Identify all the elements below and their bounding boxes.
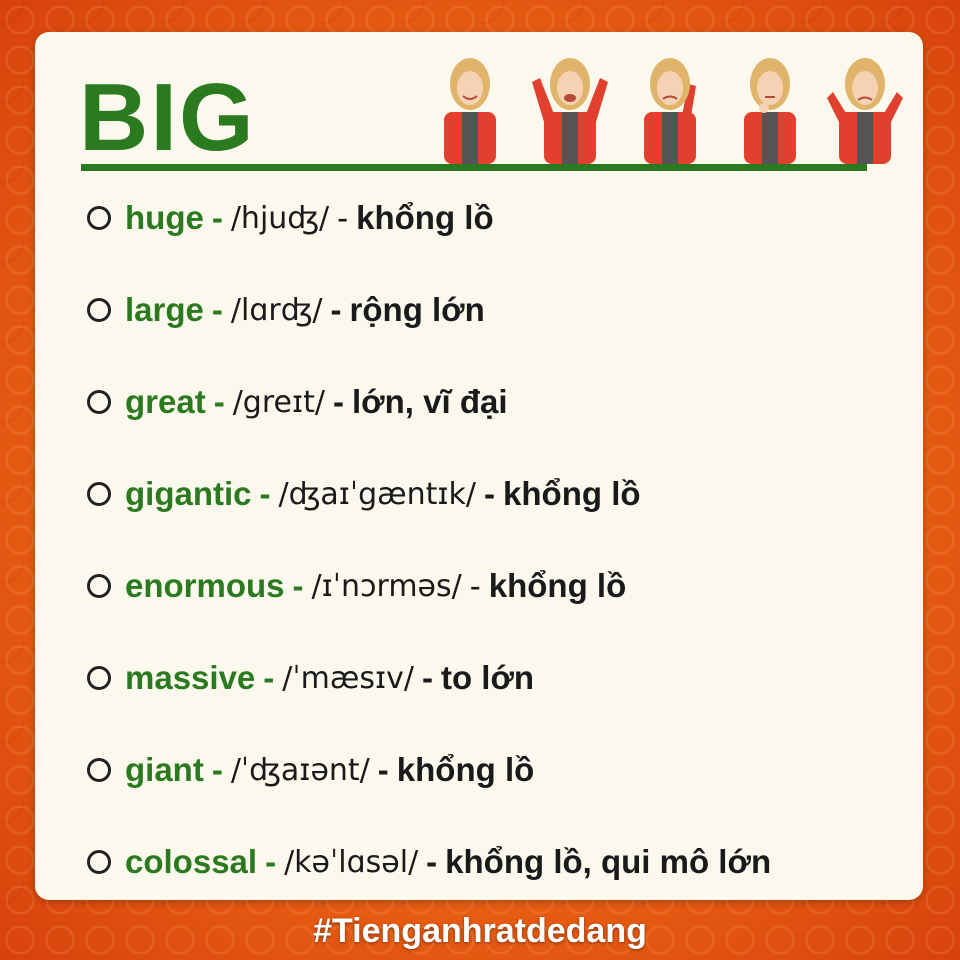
list-item: large - /lɑrʤ/ - rộng lớn bbox=[87, 288, 485, 332]
pronunciation: /ˈʤaɪənt/ bbox=[230, 752, 370, 788]
woman-angry-illustration bbox=[827, 58, 903, 164]
meaning: khổng lồ bbox=[503, 475, 641, 512]
list-item: giant - /ˈʤaɪənt/ - khổng lồ bbox=[87, 748, 534, 792]
pronunciation: /lɑrʤ/ bbox=[230, 292, 323, 328]
pronunciation: /kəˈlɑsəl/ bbox=[284, 844, 419, 880]
list-item: enormous - /ɪˈnɔrməs/ - khổng lồ bbox=[87, 564, 626, 608]
meaning: to lớn bbox=[440, 659, 535, 696]
title-underline bbox=[81, 164, 867, 171]
bullet-circle-icon bbox=[87, 758, 111, 782]
meaning: lớn, vĩ đại bbox=[352, 383, 508, 420]
meaning: khổng lồ, qui mô lớn bbox=[445, 843, 772, 880]
vocab-word: great bbox=[125, 383, 206, 420]
pronunciation: /hjuʤ/ bbox=[230, 200, 330, 236]
meaning: khổng lồ bbox=[396, 751, 535, 788]
pronunciation: /greɪt/ bbox=[232, 384, 326, 420]
bullet-circle-icon bbox=[87, 298, 111, 322]
vocab-word: massive bbox=[125, 659, 256, 696]
meaning: rộng lớn bbox=[349, 291, 485, 328]
vocab-word: gigantic bbox=[125, 475, 252, 512]
meaning: khổng lồ bbox=[356, 199, 494, 236]
vocab-word: enormous bbox=[125, 567, 285, 604]
list-item: colossal - /kəˈlɑsəl/ - khổng lồ, qui mô… bbox=[87, 840, 771, 884]
pronunciation: /ˈmæsɪv/ bbox=[282, 660, 414, 696]
vocab-word: huge bbox=[125, 199, 204, 236]
vocab-word: giant bbox=[125, 751, 204, 788]
bullet-circle-icon bbox=[87, 482, 111, 506]
character-illustrations bbox=[430, 52, 910, 164]
list-item: huge - /hjuʤ/ - khổng lồ bbox=[87, 196, 494, 240]
woman-cheering-illustration bbox=[532, 58, 608, 164]
list-item: great - /greɪt/ - lớn, vĩ đại bbox=[87, 380, 508, 424]
page-title: BIG bbox=[79, 64, 256, 171]
bullet-circle-icon bbox=[87, 666, 111, 690]
woman-thinking-illustration bbox=[744, 58, 796, 164]
hashtag-footer: #Tienganhratdedang bbox=[313, 912, 647, 950]
pronunciation: /ʤaɪˈgæntɪk/ bbox=[278, 476, 477, 512]
vocab-word: large bbox=[125, 291, 204, 328]
bullet-circle-icon bbox=[87, 574, 111, 598]
bullet-circle-icon bbox=[87, 850, 111, 874]
vocab-word: colossal bbox=[125, 843, 258, 880]
vocabulary-card: BIG huge - /hjuʤ/ - khổng lồ large - /lɑ… bbox=[35, 32, 923, 900]
list-item: gigantic - /ʤaɪˈgæntɪk/ - khổng lồ bbox=[87, 472, 641, 516]
list-item: massive - /ˈmæsɪv/ - to lớn bbox=[87, 656, 534, 700]
woman-smiling-illustration bbox=[444, 58, 496, 164]
woman-worried-illustration bbox=[644, 58, 696, 164]
meaning: khổng lồ bbox=[488, 567, 627, 604]
pronunciation: /ɪˈnɔrməs/ bbox=[311, 568, 462, 604]
bullet-circle-icon bbox=[87, 390, 111, 414]
bullet-circle-icon bbox=[87, 206, 111, 230]
